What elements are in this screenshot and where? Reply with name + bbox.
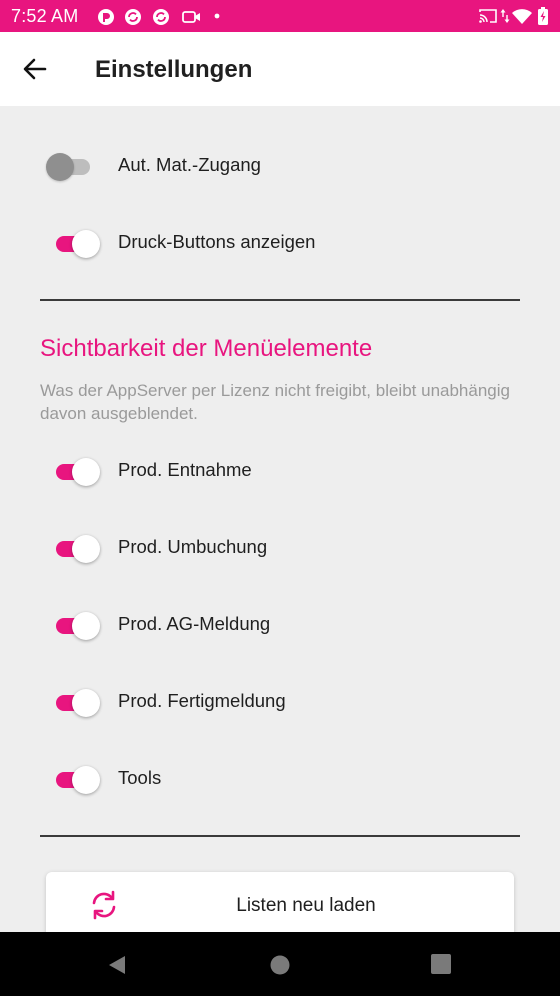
toggle-switch[interactable]	[46, 456, 102, 486]
toggle-switch[interactable]	[46, 610, 102, 640]
cast-icon	[479, 9, 497, 23]
toggle-row-aut-mat-zugang[interactable]: Aut. Mat.-Zugang	[0, 140, 560, 190]
switch-thumb	[72, 689, 100, 717]
toggle-switch[interactable]	[46, 533, 102, 563]
wifi-icon	[512, 9, 532, 24]
toggle-switch[interactable]	[46, 151, 102, 181]
sync-icon	[153, 9, 169, 25]
switch-thumb	[72, 535, 100, 563]
data-arrows-icon	[500, 9, 510, 23]
app-bar: Einstellungen	[0, 32, 560, 106]
toggle-label: Tools	[118, 767, 162, 788]
toggle-row-druck-buttons[interactable]: Druck-Buttons anzeigen	[0, 217, 560, 267]
system-nav-bar	[0, 932, 560, 996]
switch-thumb	[72, 230, 100, 258]
toggle-label: Prod. AG-Meldung	[118, 613, 271, 634]
status-time: 7:52 AM	[11, 6, 79, 26]
reload-lists-button[interactable]: Listen neu laden	[46, 872, 514, 938]
app-icon	[98, 9, 114, 25]
toggle-row-prod-umbuchung[interactable]: Prod. Umbuchung	[0, 522, 560, 572]
status-bar: 7:52 AM	[0, 0, 560, 32]
switch-thumb	[46, 153, 74, 181]
toggle-label: Prod. Entnahme	[118, 459, 252, 480]
reload-button-label: Listen neu laden	[236, 895, 376, 916]
divider	[40, 299, 520, 301]
toggle-row-prod-fertigmeldung[interactable]: Prod. Fertigmeldung	[0, 676, 560, 726]
divider	[40, 835, 520, 837]
switch-thumb	[72, 766, 100, 794]
section-description: Was der AppServer per Lizenz nicht freig…	[40, 381, 510, 423]
home-circle-icon[interactable]	[269, 954, 291, 976]
switch-thumb	[72, 458, 100, 486]
toggle-label: Druck-Buttons anzeigen	[118, 231, 316, 252]
switch-thumb	[72, 612, 100, 640]
toggle-label: Prod. Fertigmeldung	[118, 690, 286, 711]
arrow-left-icon[interactable]	[20, 54, 50, 84]
toggle-row-prod-entnahme[interactable]: Prod. Entnahme	[0, 445, 560, 495]
section-title: Sichtbarkeit der Menüelemente	[40, 335, 373, 362]
sync-icon	[125, 9, 141, 25]
toggle-switch[interactable]	[46, 228, 102, 258]
toggle-row-tools[interactable]: Tools	[0, 753, 560, 803]
back-triangle-icon[interactable]	[106, 954, 128, 976]
toggle-label: Aut. Mat.-Zugang	[118, 154, 261, 175]
toggle-label: Prod. Umbuchung	[118, 536, 268, 557]
toggle-switch[interactable]	[46, 764, 102, 794]
settings-content: Aut. Mat.-Zugang Druck-Buttons anzeigen …	[0, 106, 560, 938]
camera-icon	[182, 11, 200, 23]
recents-square-icon[interactable]	[431, 954, 451, 974]
dot-icon	[214, 13, 220, 19]
toggle-switch[interactable]	[46, 687, 102, 717]
battery-charging-icon	[538, 7, 548, 25]
toggle-row-prod-ag-meldung[interactable]: Prod. AG-Meldung	[0, 599, 560, 649]
page-title: Einstellungen	[95, 56, 253, 83]
